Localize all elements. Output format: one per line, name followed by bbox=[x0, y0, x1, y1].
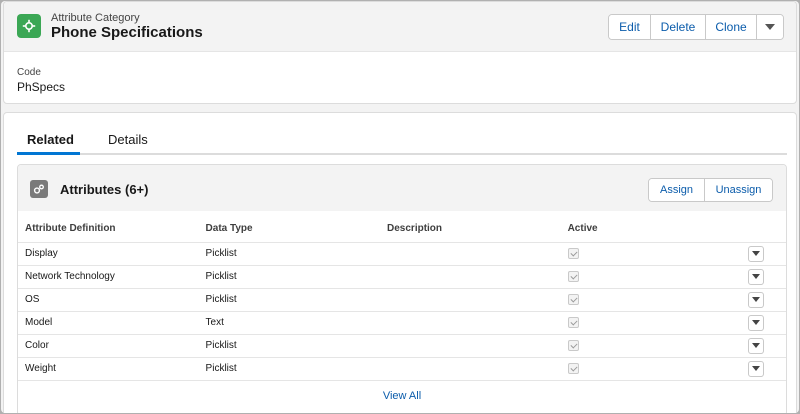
description-cell bbox=[380, 334, 561, 358]
delete-button[interactable]: Delete bbox=[651, 15, 706, 39]
column-header-row-actions bbox=[741, 216, 786, 243]
active-cell bbox=[560, 334, 742, 358]
column-header-active: Active bbox=[560, 216, 742, 243]
table-row: Network Technology Picklist bbox=[18, 265, 786, 289]
chevron-down-icon bbox=[752, 366, 761, 371]
attributes-table: Attribute Definition Data Type Descripti… bbox=[18, 216, 786, 381]
column-header-definition: Attribute Definition bbox=[18, 216, 199, 243]
description-cell bbox=[380, 265, 561, 289]
row-menu-button[interactable] bbox=[748, 337, 765, 354]
description-cell bbox=[380, 311, 561, 335]
data-type-cell: Picklist bbox=[198, 334, 381, 358]
record-actions: Edit Delete Clone bbox=[608, 14, 784, 40]
attribute-definition-link[interactable]: Color bbox=[18, 334, 199, 358]
header-highlights: Attribute Category Phone Specifications … bbox=[4, 2, 796, 52]
attribute-definition-link[interactable]: Weight bbox=[18, 357, 199, 381]
attributes-related-list: Attributes (6+) Assign Unassign Attribut… bbox=[17, 164, 787, 413]
tab-bar: Related Details bbox=[17, 125, 787, 155]
attribute-definition-link[interactable]: Model bbox=[18, 311, 199, 335]
row-menu-button[interactable] bbox=[748, 268, 765, 285]
chevron-down-icon bbox=[752, 320, 761, 325]
attributes-title: Attributes (6+) bbox=[60, 182, 149, 197]
table-row: Display Picklist bbox=[18, 242, 786, 266]
row-menu-button[interactable] bbox=[748, 360, 765, 377]
active-checkbox bbox=[567, 362, 579, 374]
table-row: Color Picklist bbox=[18, 334, 786, 358]
table-header-row: Attribute Definition Data Type Descripti… bbox=[18, 216, 786, 243]
unassign-button[interactable]: Unassign bbox=[705, 179, 772, 201]
active-checkbox bbox=[567, 339, 579, 351]
record-page: Attribute Category Phone Specifications … bbox=[1, 1, 799, 413]
attributes-actions: Assign Unassign bbox=[648, 178, 773, 202]
active-cell bbox=[560, 242, 742, 266]
table-row: Model Text bbox=[18, 311, 786, 335]
attribute-definition-link[interactable]: Display bbox=[18, 242, 199, 266]
related-section: Related Details Attributes (6+) Assign U… bbox=[3, 112, 797, 413]
row-actions-cell bbox=[741, 357, 786, 381]
description-cell bbox=[380, 288, 561, 312]
active-checkbox bbox=[567, 316, 579, 328]
table-row: OS Picklist bbox=[18, 288, 786, 312]
active-checkbox bbox=[567, 270, 579, 282]
row-menu-button[interactable] bbox=[748, 245, 765, 262]
active-checkbox bbox=[567, 293, 579, 305]
row-actions-cell bbox=[741, 334, 786, 358]
data-type-cell: Text bbox=[198, 311, 381, 335]
row-actions-cell bbox=[741, 288, 786, 312]
active-cell bbox=[560, 311, 742, 335]
tab-related[interactable]: Related bbox=[27, 132, 74, 147]
attributes-gears-icon bbox=[30, 180, 48, 198]
row-actions-cell bbox=[741, 265, 786, 289]
active-checkbox bbox=[567, 247, 579, 259]
active-cell bbox=[560, 357, 742, 381]
row-actions-cell bbox=[741, 311, 786, 335]
table-row: Weight Picklist bbox=[18, 357, 786, 381]
code-value: PhSpecs bbox=[17, 80, 66, 94]
record-header: Attribute Category Phone Specifications … bbox=[3, 1, 797, 104]
data-type-cell: Picklist bbox=[198, 242, 381, 266]
attribute-definition-link[interactable]: OS bbox=[18, 288, 199, 312]
row-actions-cell bbox=[741, 242, 786, 266]
attributes-header: Attributes (6+) Assign Unassign bbox=[18, 165, 786, 211]
description-cell bbox=[380, 242, 561, 266]
active-cell bbox=[560, 288, 742, 312]
data-type-cell: Picklist bbox=[198, 357, 381, 381]
record-type-label: Attribute Category bbox=[51, 12, 140, 24]
attribute-definition-link[interactable]: Network Technology bbox=[18, 265, 199, 289]
tab-details[interactable]: Details bbox=[108, 132, 148, 147]
edit-button[interactable]: Edit bbox=[609, 15, 651, 39]
row-menu-button[interactable] bbox=[748, 314, 765, 331]
data-type-cell: Picklist bbox=[198, 288, 381, 312]
column-header-description: Description bbox=[380, 216, 561, 243]
chevron-down-icon bbox=[752, 297, 761, 302]
active-tab-indicator bbox=[17, 152, 80, 155]
data-type-cell: Picklist bbox=[198, 265, 381, 289]
chevron-down-icon bbox=[752, 251, 761, 256]
code-label: Code bbox=[17, 67, 41, 78]
assign-button[interactable]: Assign bbox=[649, 179, 705, 201]
active-cell bbox=[560, 265, 742, 289]
more-actions-button[interactable] bbox=[757, 15, 783, 39]
chevron-down-icon bbox=[765, 24, 775, 30]
clone-button[interactable]: Clone bbox=[706, 15, 757, 39]
view-all-link[interactable]: View All bbox=[18, 390, 786, 402]
description-cell bbox=[380, 357, 561, 381]
chevron-down-icon bbox=[752, 343, 761, 348]
row-menu-button[interactable] bbox=[748, 291, 765, 308]
attribute-category-icon bbox=[17, 14, 41, 38]
page-title: Phone Specifications bbox=[51, 24, 203, 41]
column-header-data-type: Data Type bbox=[198, 216, 381, 243]
chevron-down-icon bbox=[752, 274, 761, 279]
